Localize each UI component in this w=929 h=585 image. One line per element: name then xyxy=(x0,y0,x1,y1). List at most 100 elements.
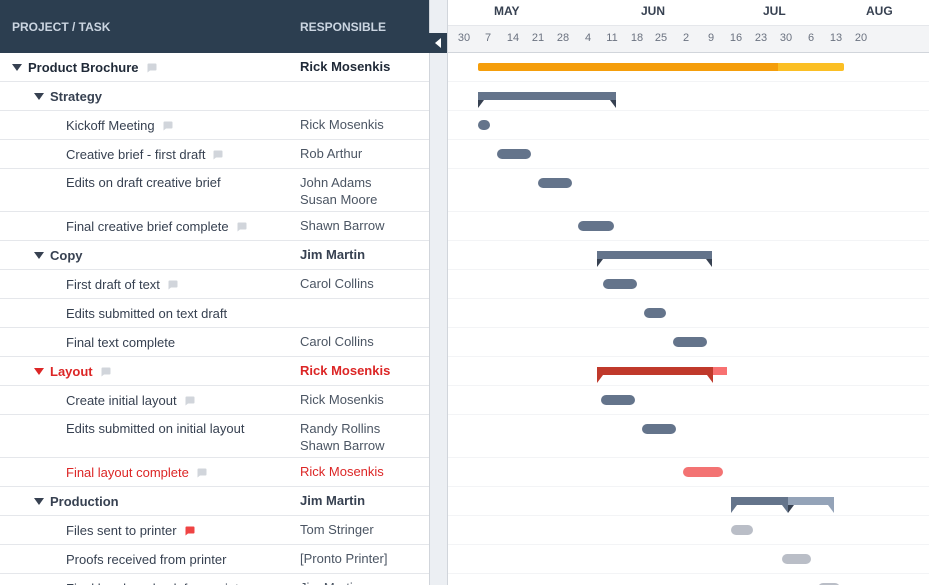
summary-bar[interactable] xyxy=(731,497,788,505)
task-name: Final layout complete xyxy=(66,465,189,480)
expand-icon[interactable] xyxy=(34,498,44,505)
gantt-row xyxy=(448,516,929,545)
task-name: Final creative brief complete xyxy=(66,219,229,234)
comment-icon[interactable] xyxy=(166,279,179,291)
summary-bar[interactable] xyxy=(788,497,834,505)
gantt-row xyxy=(448,111,929,140)
project-row[interactable]: Product BrochureRick Mosenkis xyxy=(0,53,429,82)
comment-icon[interactable] xyxy=(211,149,224,161)
gantt-row xyxy=(448,169,929,212)
task-row[interactable]: Creative brief - first draftRob Arthur xyxy=(0,140,429,169)
column-header-task[interactable]: PROJECT / TASK xyxy=(0,20,300,34)
comment-icon[interactable] xyxy=(183,525,196,537)
responsible-cell: Rick Mosenkis xyxy=(300,392,429,409)
group-row[interactable]: ProductionJim Martin xyxy=(0,487,429,516)
day-label: 18 xyxy=(631,32,643,44)
responsible-cell: Jim Martin xyxy=(300,580,429,585)
task-panel: PROJECT / TASK RESPONSIBLE Product Broch… xyxy=(0,0,430,585)
task-name: Layout xyxy=(50,364,93,379)
task-row[interactable]: Kickoff MeetingRick Mosenkis xyxy=(0,111,429,140)
expand-icon[interactable] xyxy=(34,368,44,375)
month-label: JUN xyxy=(641,4,665,18)
responsible-cell: John AdamsSusan Moore xyxy=(300,175,429,209)
task-bar[interactable] xyxy=(603,279,637,289)
task-row[interactable]: Edits submitted on text draft xyxy=(0,299,429,328)
task-bar[interactable] xyxy=(478,120,490,130)
collapse-left-button[interactable] xyxy=(429,33,447,53)
gantt-body[interactable] xyxy=(448,53,929,585)
task-row[interactable]: Edits submitted on initial layoutRandy R… xyxy=(0,415,429,458)
summary-bar-overrun xyxy=(713,367,727,375)
task-row[interactable]: Proofs received from printer[Pronto Prin… xyxy=(0,545,429,574)
gantt-row xyxy=(448,415,929,458)
day-label: 30 xyxy=(780,32,792,44)
task-bar[interactable] xyxy=(644,308,666,318)
group-row[interactable]: CopyJim Martin xyxy=(0,241,429,270)
task-bar[interactable] xyxy=(673,337,707,347)
gantt-row xyxy=(448,140,929,169)
day-label: 14 xyxy=(507,32,519,44)
project-bar[interactable] xyxy=(478,63,844,71)
expand-icon[interactable] xyxy=(34,93,44,100)
task-list: Product BrochureRick MosenkisStrategyKic… xyxy=(0,53,429,585)
task-bar[interactable] xyxy=(731,525,753,535)
task-row[interactable]: Edits on draft creative brief John AdamsS… xyxy=(0,169,429,212)
responsible-cell: Rick Mosenkis xyxy=(300,464,429,481)
day-label: 13 xyxy=(830,32,842,44)
day-label: 16 xyxy=(730,32,742,44)
task-row[interactable]: Files sent to printerTom Stringer xyxy=(0,516,429,545)
group-row[interactable]: Strategy xyxy=(0,82,429,111)
comment-icon[interactable] xyxy=(99,366,112,378)
comment-icon[interactable] xyxy=(145,62,158,74)
gantt-row xyxy=(448,487,929,516)
task-name: Production xyxy=(50,494,119,509)
responsible-cell: Carol Collins xyxy=(300,334,429,351)
day-label: 4 xyxy=(585,32,591,44)
day-label: 23 xyxy=(755,32,767,44)
task-bar[interactable] xyxy=(497,149,531,159)
task-row[interactable]: First draft of textCarol Collins xyxy=(0,270,429,299)
summary-bar[interactable] xyxy=(478,92,616,100)
summary-bar[interactable] xyxy=(597,251,712,259)
day-label: 25 xyxy=(655,32,667,44)
task-bar[interactable] xyxy=(683,467,723,477)
gantt-row xyxy=(448,82,929,111)
panel-resizer[interactable] xyxy=(430,0,448,585)
column-header-responsible[interactable]: RESPONSIBLE xyxy=(300,20,429,34)
group-row[interactable]: LayoutRick Mosenkis xyxy=(0,357,429,386)
responsible-cell: [Pronto Printer] xyxy=(300,551,429,568)
day-label: 30 xyxy=(458,32,470,44)
task-bar[interactable] xyxy=(578,221,614,231)
task-name: Edits on draft creative brief xyxy=(66,175,221,190)
task-bar[interactable] xyxy=(642,424,676,434)
gantt-row xyxy=(448,386,929,415)
responsible-cell: Shawn Barrow xyxy=(300,218,429,235)
gantt-panel: MAYJUNJULAUG 307142128411182529162330613… xyxy=(448,0,929,585)
responsible-cell: Jim Martin xyxy=(300,247,429,264)
chevron-left-icon xyxy=(435,38,441,48)
task-bar[interactable] xyxy=(782,554,811,564)
task-row[interactable]: Final text completeCarol Collins xyxy=(0,328,429,357)
responsible-cell: Rick Mosenkis xyxy=(300,117,429,134)
expand-icon[interactable] xyxy=(34,252,44,259)
month-label: MAY xyxy=(494,4,520,18)
comment-icon[interactable] xyxy=(161,120,174,132)
summary-bar[interactable] xyxy=(597,367,713,375)
comment-icon[interactable] xyxy=(183,395,196,407)
task-name: First draft of text xyxy=(66,277,160,292)
task-row[interactable]: Final creative brief complete Shawn Barro… xyxy=(0,212,429,241)
day-label: 20 xyxy=(855,32,867,44)
gantt-row xyxy=(448,53,929,82)
timeline-header: MAYJUNJULAUG 307142128411182529162330613… xyxy=(448,0,929,53)
task-name: Edits submitted on initial layout xyxy=(66,421,244,436)
comment-icon[interactable] xyxy=(235,221,248,233)
expand-icon[interactable] xyxy=(12,64,22,71)
gantt-row xyxy=(448,241,929,270)
task-bar[interactable] xyxy=(601,395,635,405)
gantt-row xyxy=(448,328,929,357)
comment-icon[interactable] xyxy=(195,467,208,479)
task-row[interactable]: Final brochure back from printerJim Mart… xyxy=(0,574,429,585)
task-row[interactable]: Final layout complete Rick Mosenkis xyxy=(0,458,429,487)
task-bar[interactable] xyxy=(538,178,572,188)
task-row[interactable]: Create initial layoutRick Mosenkis xyxy=(0,386,429,415)
